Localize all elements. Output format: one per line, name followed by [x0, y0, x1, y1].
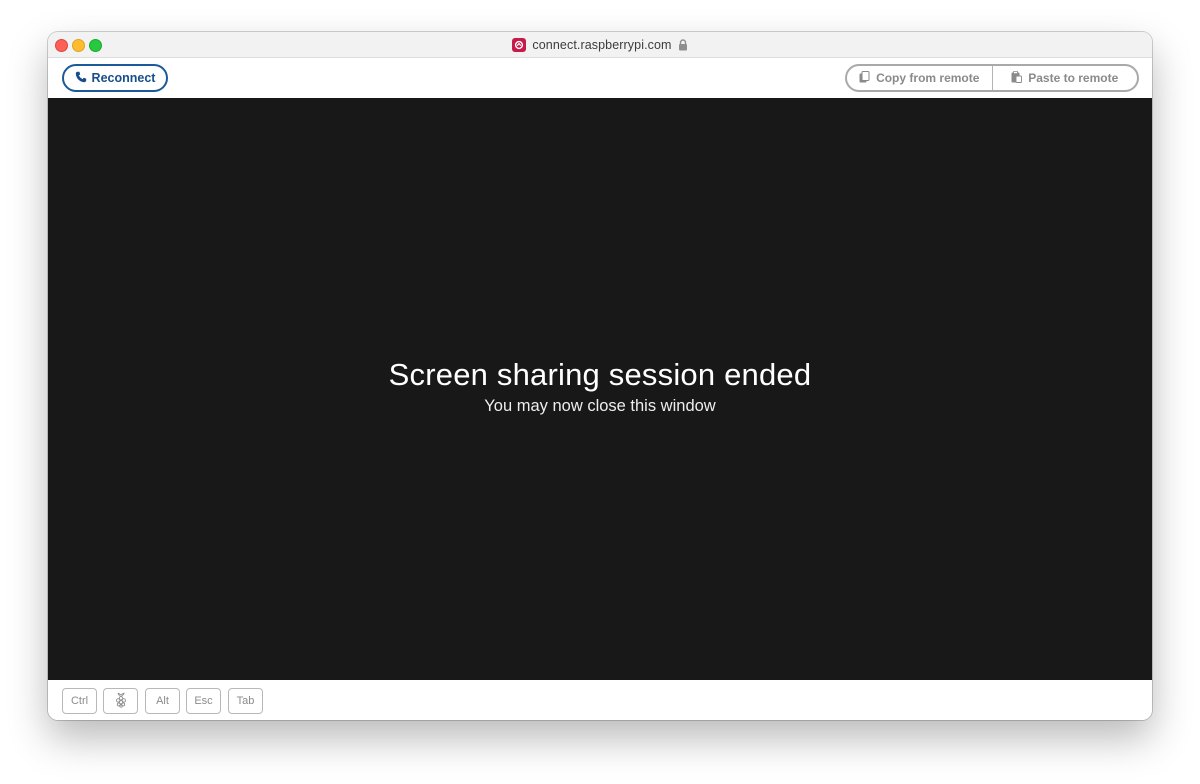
copy-from-remote-label: Copy from remote — [876, 71, 980, 85]
clipboard-icon — [859, 70, 870, 86]
remote-screen-area[interactable]: Screen sharing session ended You may now… — [48, 98, 1152, 680]
url-text: connect.raspberrypi.com — [532, 37, 672, 52]
paste-to-remote-label: Paste to remote — [1028, 71, 1119, 85]
copy-from-remote-button[interactable]: Copy from remote — [847, 66, 993, 90]
alt-key-button[interactable]: Alt — [145, 688, 180, 714]
address-bar[interactable]: connect.raspberrypi.com — [48, 32, 1152, 57]
clipboard-icon — [1011, 70, 1023, 86]
browser-window: connect.raspberrypi.com Reconnect Copy f… — [48, 32, 1152, 720]
special-keys-bar: Ctrl Alt Esc Tab — [48, 680, 1152, 720]
session-ended-subtitle: You may now close this window — [484, 397, 716, 415]
tab-key-button[interactable]: Tab — [228, 688, 263, 714]
title-bar: connect.raspberrypi.com — [48, 32, 1152, 58]
reconnect-label: Reconnect — [91, 71, 156, 85]
raspberry-pi-key-button[interactable] — [103, 688, 138, 714]
ctrl-key-button[interactable]: Ctrl — [62, 688, 97, 714]
phone-icon — [75, 71, 87, 86]
esc-key-button[interactable]: Esc — [186, 688, 221, 714]
session-ended-title: Screen sharing session ended — [388, 357, 812, 392]
clipboard-button-group: Copy from remote Paste to remote — [845, 64, 1139, 92]
lock-icon — [678, 38, 688, 51]
raspberry-pi-connect-icon — [512, 37, 527, 52]
reconnect-button[interactable]: Reconnect — [62, 64, 168, 92]
session-toolbar: Reconnect Copy from remote Paste to remo… — [48, 58, 1152, 98]
paste-to-remote-button[interactable]: Paste to remote — [993, 66, 1138, 90]
raspberry-pi-logo-icon — [114, 692, 128, 711]
